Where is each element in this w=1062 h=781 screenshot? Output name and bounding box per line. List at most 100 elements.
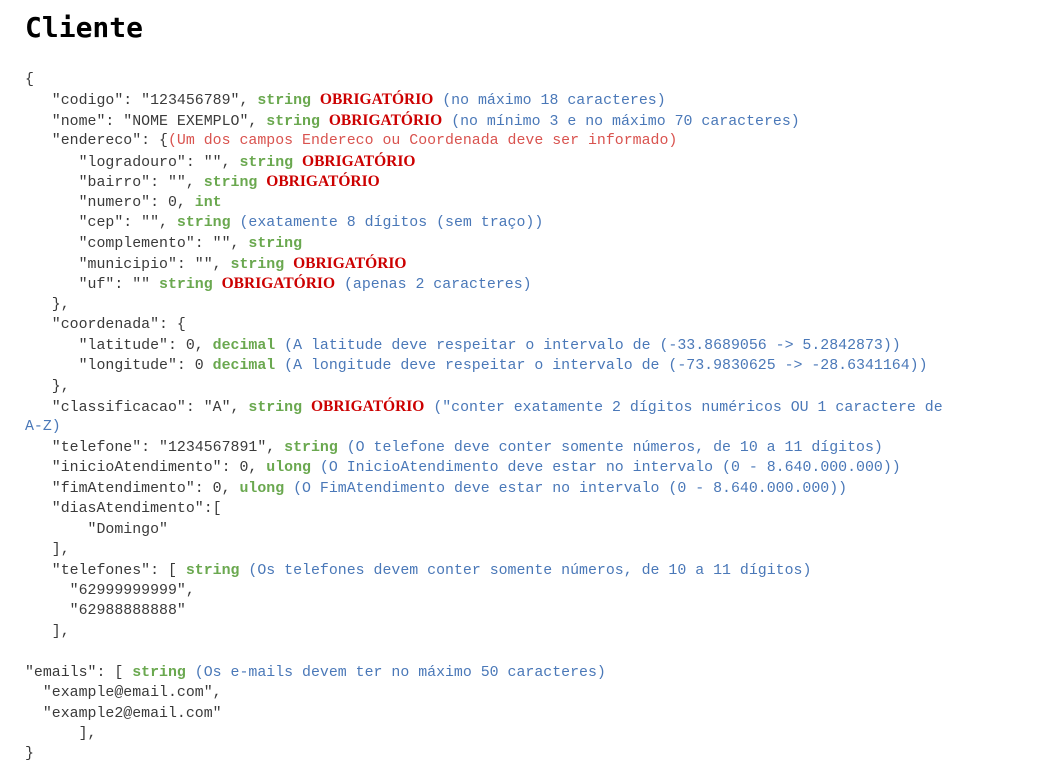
code-text: "bairro": "", [25,175,204,192]
code-line: "municipio": "", string OBRIGATÓRIO [25,254,943,274]
validation-note: (O telefone deve conter somente números,… [346,439,883,456]
datatype-label: int [194,194,222,211]
code-line: ], [25,540,943,560]
code-text: "latitude": 0, [25,337,213,354]
code-text: "62988888888" [25,603,186,620]
code-line: "cep": "", string (exatamente 8 dígitos … [25,213,943,233]
code-text: "classificacao": "A", [25,400,249,416]
code-text: ], [25,623,70,640]
datatype-label: string [284,439,338,456]
code-text: { [25,72,34,88]
validation-note: (apenas 2 caracteres) [343,277,532,294]
code-line: "emails": [ string (Os e-mails devem ter… [25,663,943,683]
code-text: "emails": [ [25,664,133,681]
datatype-label: string [248,400,303,416]
address-rule-note: (Um dos campos Endereco ou Coordenada de… [167,133,678,150]
code-line: "62988888888" [25,601,943,621]
code-text: "Domingo" [25,521,168,538]
code-line: "fimAtendimento": 0, ulong (O FimAtendim… [25,479,943,499]
code-line: A-Z) [25,417,943,437]
validation-note: (Os e-mails devem ter no máximo 50 carac… [194,664,606,681]
code-line: "telefone": "1234567891", string (O tele… [25,438,943,458]
validation-note: (no máximo 18 caracteres) [442,93,666,110]
code-text: "telefones": [ [25,562,186,579]
code-line: "nome": "NOME EXEMPLO", string OBRIGATÓR… [25,111,943,131]
code-line: ], [25,724,943,744]
code-line: "diasAtendimento":[ [25,499,943,519]
code-line: "logradouro": "", string OBRIGATÓRIO [25,152,943,172]
code-line: "coordenada": { [25,315,943,335]
required-label: OBRIGATÓRIO [328,111,443,129]
code-text: "uf": "" [25,277,160,294]
validation-note: (O FimAtendimento deve estar no interval… [293,480,848,497]
code-text: "nome": "NOME EXEMPLO", [25,113,267,130]
code-text: "62999999999", [25,582,195,599]
code-line: "inicioAtendimento": 0, ulong (O InicioA… [25,458,943,478]
validation-note: ("conter exatamente 2 dígitos numéricos … [433,400,943,416]
code-line: "latitude": 0, decimal (A latitude deve … [25,336,943,356]
required-label: OBRIGATÓRIO [266,173,380,191]
code-text: "example2@email.com" [25,705,222,722]
code-line: "codigo": "123456789", string OBRIGATÓRI… [25,90,943,110]
code-text: "endereco": { [25,133,168,150]
validation-note: (exatamente 8 dígitos (sem traço)) [239,215,544,232]
code-text: }, [25,378,70,395]
code-line: "62999999999", [25,581,943,601]
code-line: "complemento": "", string [25,234,943,254]
datatype-label: string [266,113,320,130]
page-title: Cliente [25,11,144,44]
code-text: "telefone": "1234567891", [25,439,285,456]
datatype-label: string [159,277,213,294]
code-text: "numero": 0, [25,194,195,211]
code-line: "telefones": [ string (Os telefones deve… [25,561,943,581]
code-text: "cep": "", [25,215,177,232]
code-line: "example@email.com", [25,683,943,703]
datatype-label: decimal [212,337,276,354]
code-text: ], [25,542,70,559]
code-text: "example@email.com", [25,685,222,702]
code-text: "diasAtendimento":[ [25,501,222,518]
datatype-label: string [203,175,258,192]
datatype-label: string [176,215,231,232]
code-text: } [25,746,34,763]
code-line: "uf": "" string OBRIGATÓRIO (apenas 2 ca… [25,274,943,294]
required-label: OBRIGATÓRIO [310,398,425,415]
code-line: "endereco": {(Um dos campos Endereco ou … [25,131,943,151]
code-text: "fimAtendimento": 0, [25,480,240,497]
validation-note: A-Z) [25,419,61,436]
code-text: "longitude": 0 [25,358,213,375]
validation-note: (O InicioAtendimento deve estar no inter… [319,460,901,477]
code-text: "complemento": "", [25,235,249,252]
code-text: "coordenada": { [25,317,186,334]
datatype-label: string [132,664,186,681]
code-line: { [25,70,943,90]
code-line: } [25,744,943,764]
code-line: "longitude": 0 decimal (A longitude deve… [25,356,943,376]
validation-note: (Os telefones devem conter somente númer… [248,562,812,579]
datatype-label: string [248,235,303,252]
code-line: "bairro": "", string OBRIGATÓRIO [25,172,943,192]
json-code-block: { "codigo": "123456789", string OBRIGATÓ… [25,70,943,765]
validation-note: (A longitude deve respeitar o intervalo … [284,358,928,375]
required-label: OBRIGATÓRIO [319,91,434,109]
code-text: "codigo": "123456789", [25,93,258,110]
code-line: "example2@email.com" [25,704,943,724]
datatype-label: decimal [212,358,276,375]
code-line: }, [25,295,943,315]
code-text: }, [25,296,70,313]
